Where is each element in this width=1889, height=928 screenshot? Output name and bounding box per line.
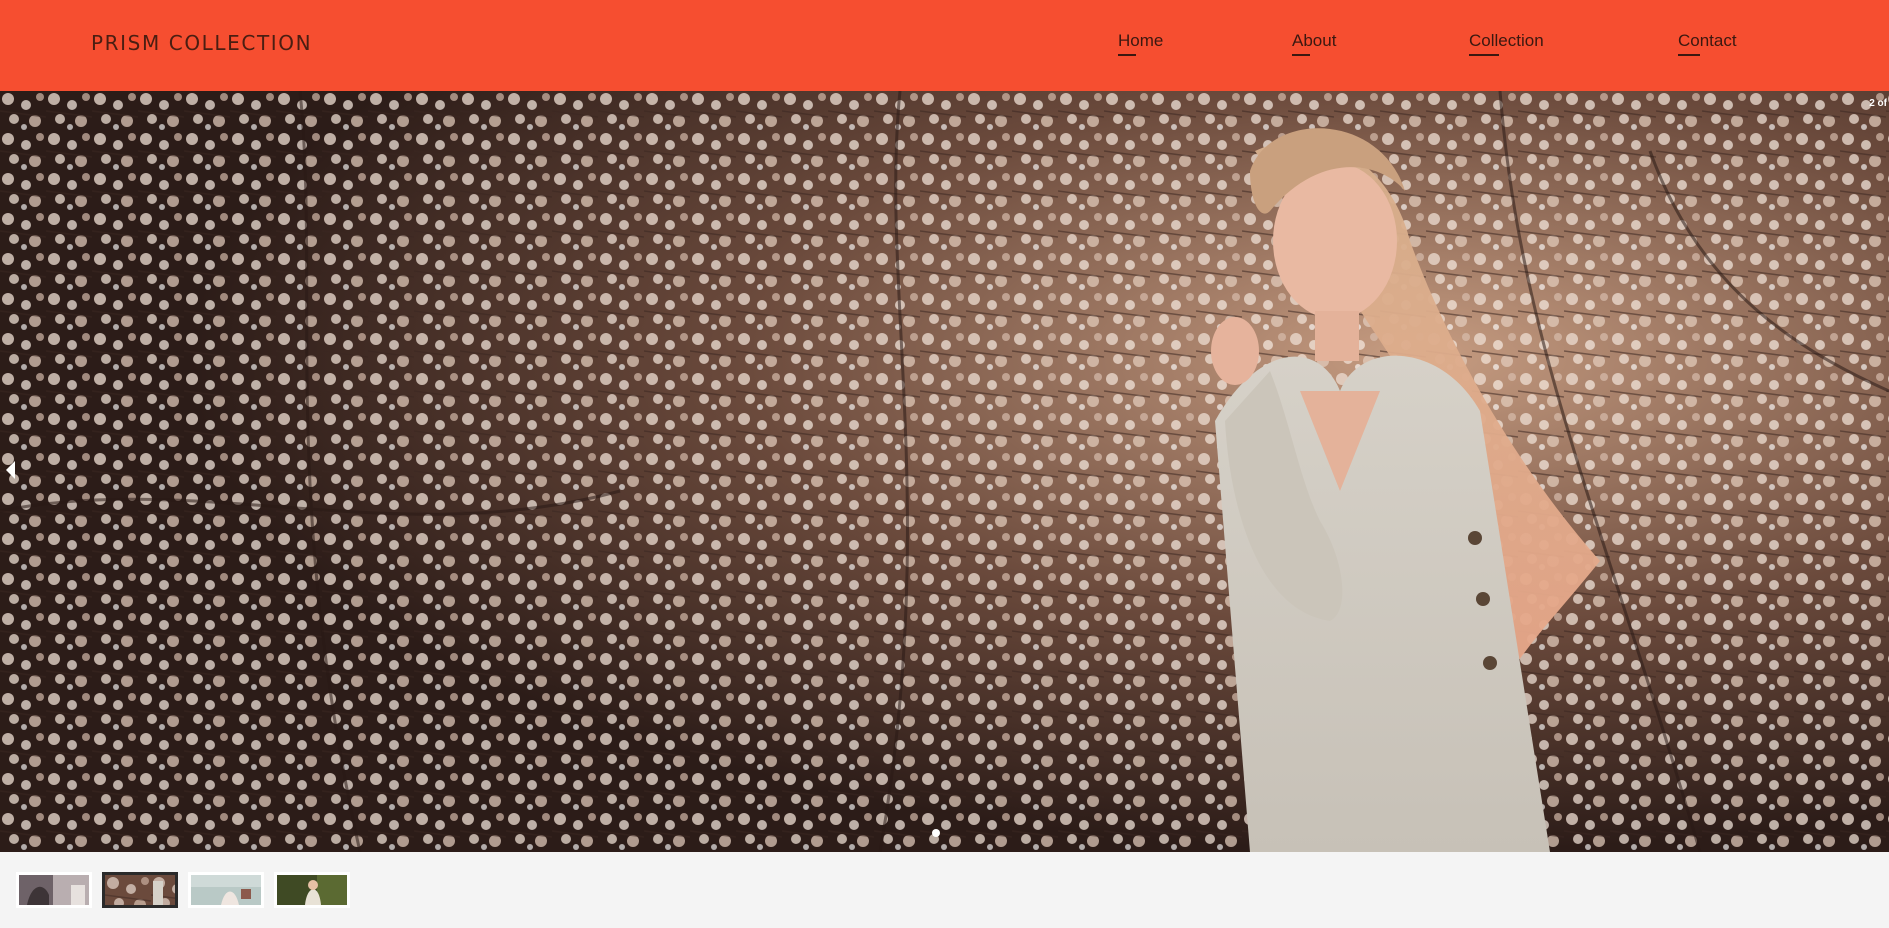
slide-counter: 2 of (1869, 98, 1887, 109)
nav-underline (1292, 54, 1310, 56)
thumbnail-3[interactable] (188, 872, 264, 908)
thumbnail-4[interactable] (274, 872, 350, 908)
site-header: PRISM COLLECTION Home About Collection C… (0, 0, 1889, 91)
thumbnail-1[interactable] (16, 872, 92, 908)
nav-link-label: About (1292, 31, 1337, 50)
slide-indicator-dot[interactable] (932, 829, 940, 837)
nav-link-about[interactable]: About (1292, 31, 1337, 56)
nav-link-label: Contact (1678, 31, 1737, 50)
nav-link-contact[interactable]: Contact (1678, 31, 1737, 56)
nav-link-home[interactable]: Home (1118, 31, 1164, 56)
thumbnail-image (19, 875, 89, 905)
nav-link-collection[interactable]: Collection (1469, 31, 1544, 56)
nav-link-label: Collection (1469, 31, 1544, 50)
nav-link-label: Home (1118, 31, 1164, 50)
nav-underline (1118, 54, 1136, 56)
thumbnail-image (277, 875, 347, 905)
hero-slideshow[interactable]: 2 of (0, 91, 1889, 852)
thumbnail-image (105, 875, 175, 905)
hero-image (0, 91, 1889, 852)
thumbnail-image (191, 875, 261, 905)
previous-slide-icon[interactable] (6, 461, 15, 479)
nav-underline (1469, 54, 1499, 56)
nav-underline (1678, 54, 1700, 56)
brand-logo-text[interactable]: PRISM COLLECTION (91, 31, 312, 55)
thumbnail-2[interactable] (102, 872, 178, 908)
